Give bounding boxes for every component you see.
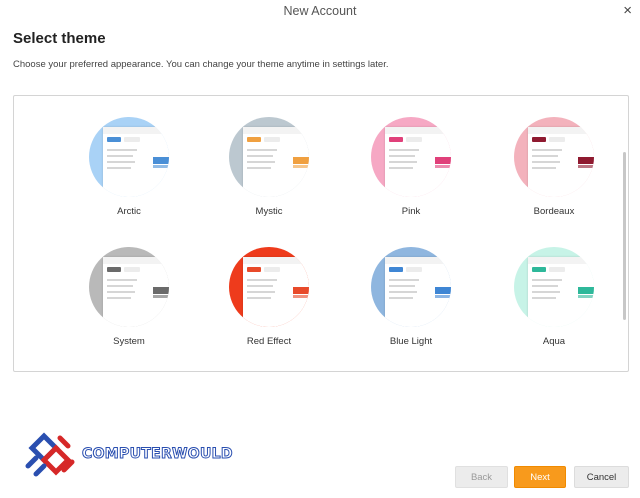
theme-preview-pink xyxy=(371,117,451,197)
theme-option-bordeaux[interactable]: Bordeaux xyxy=(489,117,619,217)
window-title: New Account xyxy=(283,4,357,18)
theme-panel: Arctic Mystic Pink Bordeaux System Red E… xyxy=(13,95,629,372)
cancel-button[interactable]: Cancel xyxy=(574,466,629,488)
theme-preview-system xyxy=(89,247,169,327)
theme-label-red-effect: Red Effect xyxy=(246,336,292,347)
theme-option-red-effect[interactable]: Red Effect xyxy=(204,247,334,347)
back-button[interactable]: Back xyxy=(455,466,508,488)
computerwould-logo: COMPUTERWOULD xyxy=(22,428,233,484)
page-title: Select theme xyxy=(13,30,106,47)
theme-preview-blue-light xyxy=(371,247,451,327)
theme-preview-bordeaux xyxy=(514,117,594,197)
next-button[interactable]: Next xyxy=(514,466,566,488)
theme-label-pink: Pink xyxy=(401,206,421,217)
theme-preview-red-effect xyxy=(229,247,309,327)
computerwould-logo-icon xyxy=(25,432,75,477)
logo-text: COMPUTERWOULD xyxy=(82,446,233,463)
theme-preview-mystic xyxy=(229,117,309,197)
close-icon[interactable]: × xyxy=(623,2,632,20)
theme-option-mystic[interactable]: Mystic xyxy=(204,117,334,217)
theme-label-mystic: Mystic xyxy=(255,206,283,217)
theme-label-bordeaux: Bordeaux xyxy=(533,206,575,217)
theme-label-arctic: Arctic xyxy=(117,206,141,217)
theme-preview-aqua xyxy=(514,247,594,327)
theme-option-arctic[interactable]: Arctic xyxy=(64,117,194,217)
theme-label-aqua: Aqua xyxy=(542,336,566,347)
theme-option-system[interactable]: System xyxy=(64,247,194,347)
theme-option-blue-light[interactable]: Blue Light xyxy=(346,247,476,347)
theme-option-pink[interactable]: Pink xyxy=(346,117,476,217)
title-bar: New Account × xyxy=(0,0,640,22)
theme-option-aqua[interactable]: Aqua xyxy=(489,247,619,347)
theme-label-system: System xyxy=(113,336,145,347)
theme-preview-arctic xyxy=(89,117,169,197)
panel-scrollbar[interactable] xyxy=(623,152,626,320)
theme-label-blue-light: Blue Light xyxy=(389,336,433,347)
page-description: Choose your preferred appearance. You ca… xyxy=(13,59,389,70)
